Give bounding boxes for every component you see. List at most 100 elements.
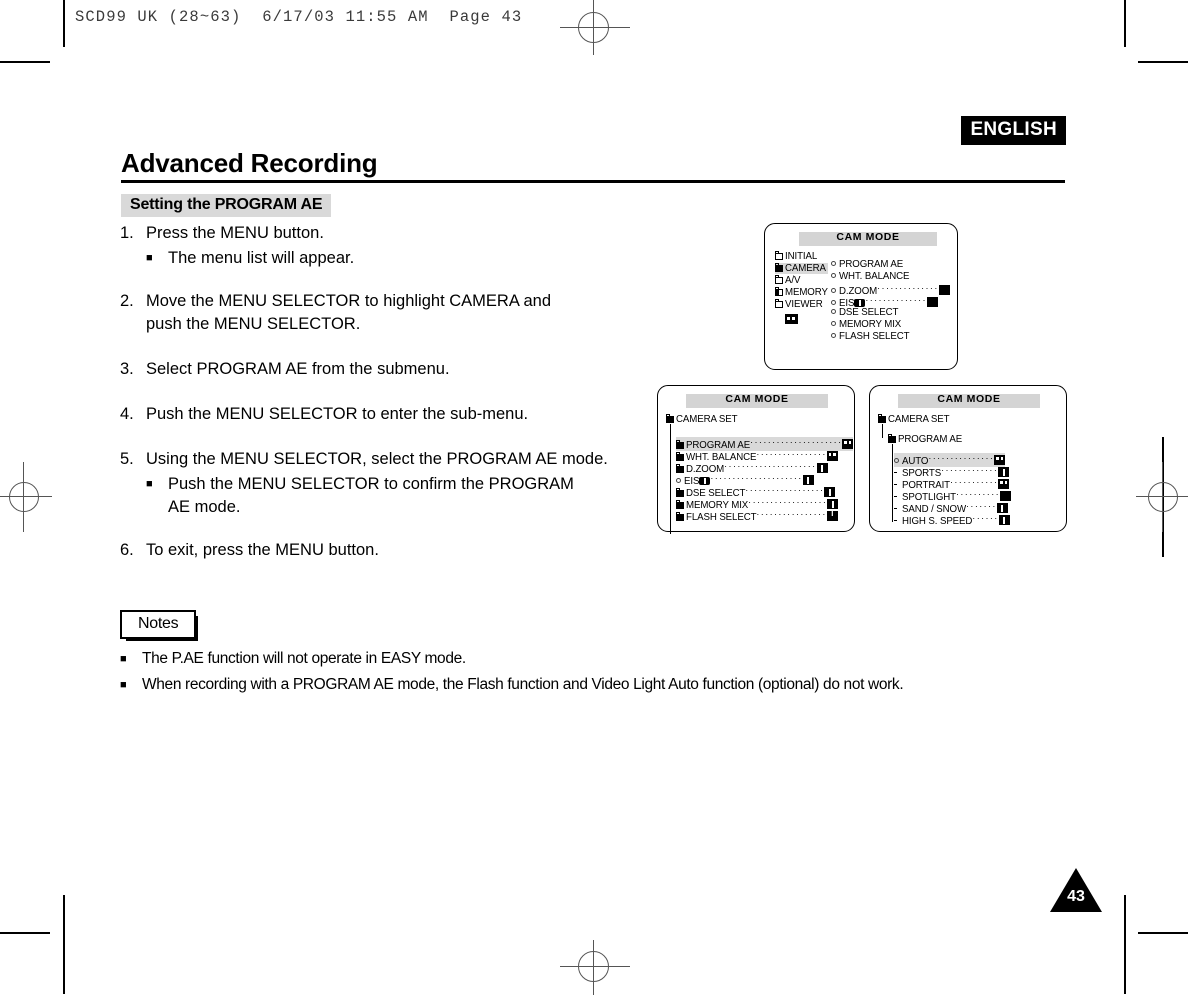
screen1-left-item[interactable]: VIEWER	[774, 299, 823, 310]
radio-icon	[676, 478, 681, 483]
tree-line	[882, 424, 884, 438]
radio-icon	[831, 333, 836, 338]
folder-icon	[887, 434, 896, 443]
leader-dots: ················	[756, 449, 827, 459]
screen1-title-bar: CAM MODE	[799, 231, 937, 246]
screen1-right-item[interactable]: FLASH SELECT	[831, 331, 910, 342]
leader-dots: ··············	[865, 295, 927, 305]
step-number: 5.	[120, 450, 134, 468]
step-text: Move the MENU SELECTOR to highlight CAME…	[146, 292, 552, 333]
value-icon	[824, 487, 836, 497]
leader-dots: ·············	[941, 465, 999, 475]
step-item: 2. Move the MENU SELECTOR to highlight CA…	[120, 290, 640, 336]
value-icon	[842, 439, 854, 449]
screen3-title-bar: CAM MODE	[898, 393, 1040, 408]
item-label: WHT. BALANCE	[839, 271, 910, 282]
screen1-left-item-selected[interactable]: CAMERA	[774, 263, 828, 274]
crop-mark-top-right-vertical	[1124, 0, 1126, 47]
leader-dots: ·····················	[750, 437, 843, 447]
value-icon	[826, 509, 838, 521]
screen1-left-item[interactable]: INITIAL	[774, 251, 818, 262]
step-text: To exit, press the MENU button.	[146, 541, 379, 559]
item-label: HIGH S. SPEED	[902, 516, 973, 527]
notes-list: ■ The P.AE function will not operate in E…	[120, 648, 1060, 700]
leader-dots: ·····················	[724, 461, 817, 471]
tree-tick	[894, 483, 897, 485]
screen1-right-item[interactable]: DSE SELECT	[831, 307, 898, 318]
page-number-text: 43	[1067, 888, 1085, 905]
lcd-screen-camera-set: CAM MODE CAMERA SET PROGRAM AE··········…	[657, 385, 855, 534]
step-item: 3. Select PROGRAM AE from the submenu.	[120, 358, 640, 381]
item-label: A/V	[785, 275, 801, 286]
radio-icon	[831, 261, 836, 266]
step-bullet: ■ The menu list will appear.	[146, 247, 640, 270]
bullet-square-icon: ■	[146, 252, 153, 264]
folder-icon	[675, 464, 684, 473]
bullet-square-icon: ■	[120, 679, 127, 691]
leader-dots: ···············	[928, 453, 995, 463]
screen2-item[interactable]: FLASH SELECT················	[675, 509, 838, 523]
screen2-breadcrumb: CAMERA SET	[665, 414, 738, 425]
value-square-icon	[938, 285, 950, 295]
value-icon	[826, 451, 838, 461]
value-square-icon	[926, 297, 938, 307]
folder-icon	[675, 440, 684, 449]
tree-tick	[894, 495, 897, 497]
item-label: DSE SELECT	[839, 307, 899, 318]
screen3-title: CAM MODE	[937, 393, 1001, 405]
leader-dots: ··········	[956, 489, 1000, 499]
auto-icon	[994, 455, 1006, 465]
screen2-title: CAM MODE	[725, 393, 789, 405]
folder-icon	[675, 500, 684, 509]
screen3-item[interactable]: HIGH S. SPEED······	[894, 513, 1010, 527]
step-text: Select PROGRAM AE from the submenu.	[146, 360, 450, 378]
spotlight-icon	[1000, 491, 1011, 501]
breadcrumb-label: CAMERA SET	[676, 414, 738, 425]
folder-icon	[774, 299, 783, 308]
item-label: PROGRAM AE	[839, 259, 904, 270]
screen1-left-item[interactable]: MEMORY	[774, 287, 828, 298]
language-badge: ENGLISH	[961, 116, 1066, 145]
radio-icon	[831, 300, 836, 305]
value-icon	[816, 463, 828, 473]
step-item: 1. Press the MENU button.	[120, 222, 640, 245]
screen3-breadcrumb-2: PROGRAM AE	[887, 434, 962, 445]
leader-dots: ·····················	[710, 473, 803, 483]
item-label: CAMERA	[785, 263, 826, 274]
print-header-text: SCD99 UK (28~63) 6/17/03 11:55 AM Page 4…	[75, 8, 523, 26]
item-label: INITIAL	[785, 251, 818, 262]
screen1-right-item[interactable]: WHT. BALANCE	[831, 271, 910, 282]
folder-icon	[675, 452, 684, 461]
crop-mark-top-right-horizontal	[1138, 61, 1188, 63]
step-item: 6. To exit, press the MENU button.	[120, 539, 640, 562]
crop-mark-bottom-right-vertical	[1124, 895, 1126, 994]
folder-icon	[665, 414, 674, 423]
folder-icon	[774, 287, 783, 296]
title-divider	[121, 180, 1065, 183]
leader-dots: ················	[756, 509, 827, 519]
folder-icon	[675, 488, 684, 497]
step-item: 4. Push the MENU SELECTOR to enter the su…	[120, 403, 640, 426]
screen1-right-item[interactable]: PROGRAM AE	[831, 259, 903, 270]
screen1-right-item[interactable]: MEMORY MIX	[831, 319, 901, 330]
high-speed-icon	[998, 515, 1010, 525]
item-label: MEMORY	[785, 287, 828, 298]
leader-dots: ···········	[950, 477, 999, 487]
item-label: VIEWER	[785, 299, 823, 310]
tree-tick	[894, 471, 897, 473]
instruction-steps: 1. Press the MENU button. ■ The menu list …	[120, 222, 640, 564]
tree-tick	[894, 519, 897, 521]
item-label: FLASH SELECT	[839, 331, 910, 342]
step-item: 5. Using the MENU SELECTOR, select the PR…	[120, 448, 640, 471]
eis-icon	[699, 477, 711, 485]
screen1-left-item[interactable]: A/V	[774, 275, 801, 286]
step-bullet: ■ Push the MENU SELECTOR to confirm the P…	[146, 473, 640, 519]
step-number: 6.	[120, 541, 134, 559]
screen1-status-icon	[785, 314, 798, 324]
lcd-screen-camera-menu: CAM MODE INITIAL CAMERA A/V MEMORY VIEWE…	[764, 223, 958, 370]
value-icon	[802, 475, 814, 485]
bullet-text: The menu list will appear.	[168, 249, 355, 267]
